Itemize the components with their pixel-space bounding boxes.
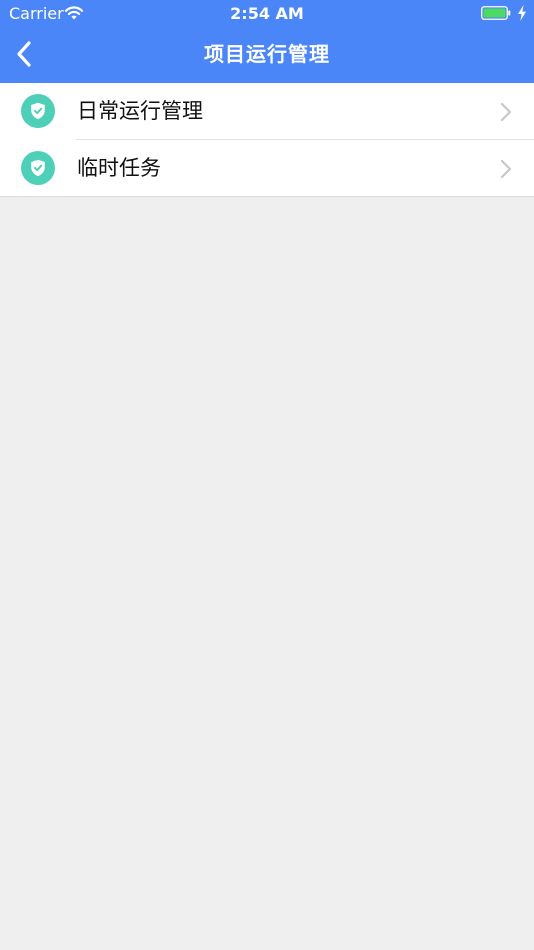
- list-bottom-border: [0, 196, 534, 197]
- chevron-right-icon: [500, 159, 512, 179]
- menu-list: 日常运行管理 临时任务: [0, 83, 534, 197]
- app-header: Carrier 2:54 AM 项目运行管理: [0, 0, 534, 83]
- navigation-bar: 项目运行管理: [0, 28, 534, 83]
- chevron-right-icon: [500, 102, 512, 122]
- status-bar: Carrier 2:54 AM: [0, 0, 534, 28]
- charging-bolt-icon: [518, 5, 526, 21]
- shield-check-icon: [21, 94, 55, 128]
- menu-item-temporary-task[interactable]: 临时任务: [0, 140, 534, 197]
- status-time: 2:54 AM: [230, 4, 304, 23]
- battery-icon: [481, 6, 511, 20]
- menu-item-label: 临时任务: [77, 156, 161, 180]
- app-screen: Carrier 2:54 AM 项目运行管理 日常运行管理 临时任务: [0, 0, 534, 950]
- shield-check-icon: [21, 151, 55, 185]
- page-title: 项目运行管理: [204, 42, 330, 66]
- chevron-left-icon: [17, 41, 31, 67]
- menu-item-daily-operation[interactable]: 日常运行管理: [0, 83, 534, 140]
- menu-item-label: 日常运行管理: [77, 99, 203, 123]
- back-button[interactable]: [4, 34, 44, 74]
